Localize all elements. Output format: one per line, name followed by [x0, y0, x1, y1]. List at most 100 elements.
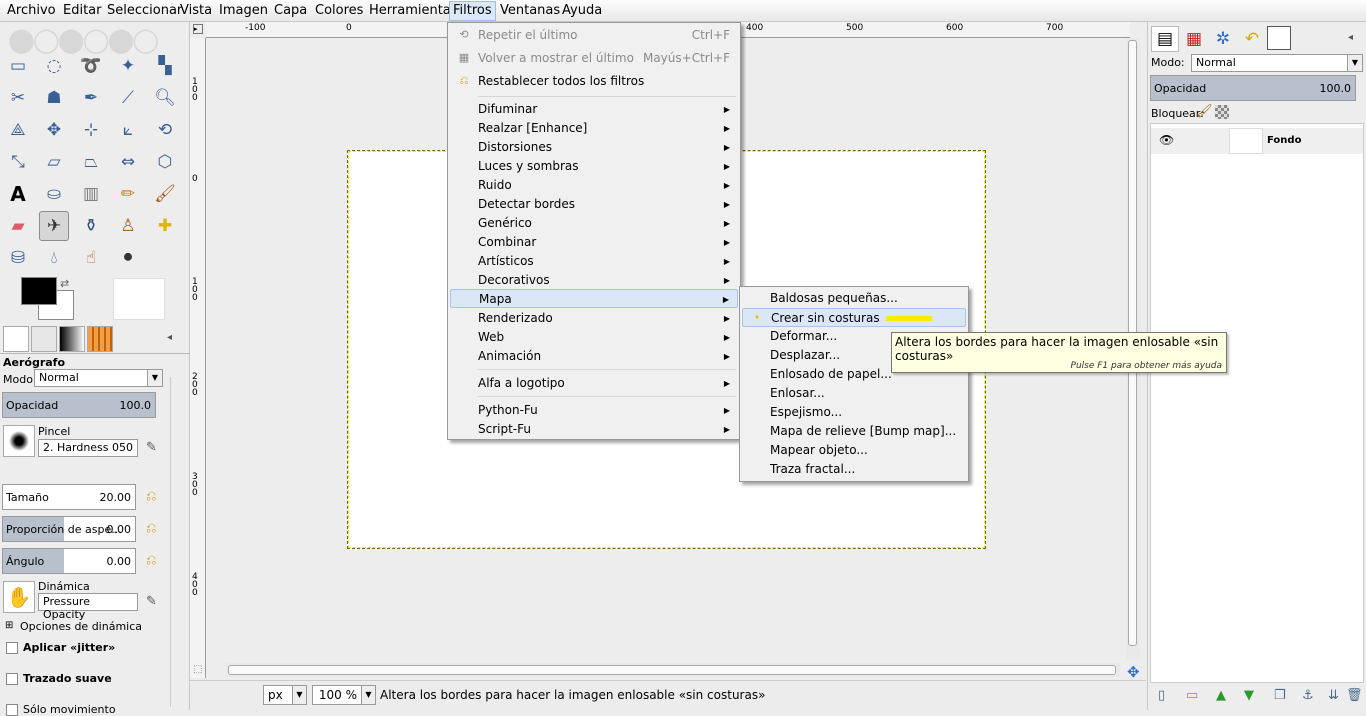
reset-all-filters-item[interactable]: ⎌ Restablecer todos los filtros — [450, 72, 738, 91]
menu-item-artisticos[interactable]: Artísticos ▶ — [450, 252, 738, 271]
menu-item-animacion[interactable]: Animación ▶ — [450, 347, 738, 366]
submenu-enlosar[interactable]: Enlosar... — [742, 384, 966, 403]
brush-field[interactable]: 2. Hardness 050 — [38, 439, 138, 457]
reset-size-icon[interactable]: ⎌ — [146, 489, 162, 505]
menu-item-distorsiones[interactable]: Distorsiones ▶ — [450, 138, 738, 157]
select-by-color-icon[interactable]: ▚ — [150, 51, 180, 81]
text-icon[interactable]: A — [3, 179, 33, 209]
layers-tab-icon[interactable]: ▤ — [1151, 26, 1179, 52]
layer-opacity-slider[interactable]: Opacidad 100.0 — [1150, 75, 1356, 101]
foreground-color-front[interactable] — [21, 277, 57, 305]
menu-ayuda[interactable]: Ayuda — [562, 3, 602, 18]
paths-icon[interactable]: ✒ — [76, 83, 106, 113]
heal-icon[interactable]: ✚ — [150, 211, 180, 241]
menu-item-realzar[interactable]: Realzar [Enhance] ▶ — [450, 119, 738, 138]
new-layer-icon[interactable]: ▯ — [1158, 688, 1165, 703]
menu-colores[interactable]: Colores — [315, 3, 363, 18]
measure-icon[interactable]: ⟁ — [3, 115, 33, 145]
vertical-ruler[interactable]: 1 0 0 0 1 0 0 2 0 0 3 0 0 4 0 0 — [190, 38, 206, 678]
menu-item-mapa[interactable]: Mapa ▶ — [450, 289, 738, 308]
dynamics-field[interactable]: Pressure Opacity — [38, 593, 138, 621]
reshow-last-item[interactable]: ▦ Volver a mostrar el último Mayús+Ctrl+F — [450, 49, 738, 68]
paths-tab-icon[interactable]: ✲ — [1209, 26, 1237, 52]
aspect-slider[interactable]: Proporción de aspe... 0.00 — [2, 516, 136, 542]
brush-preview[interactable] — [3, 425, 35, 457]
dock-menu-icon[interactable]: ◂ — [1348, 32, 1353, 43]
smudge-icon[interactable]: ☝ — [76, 243, 106, 273]
menu-imagen[interactable]: Imagen — [219, 3, 268, 18]
tool-options-tab[interactable] — [3, 326, 29, 352]
image-tab-icon[interactable] — [1267, 26, 1291, 50]
raise-layer-icon[interactable]: ▲ — [1216, 688, 1226, 703]
menu-item-detectar-bordes[interactable]: Detectar bordes ▶ — [450, 195, 738, 214]
layer-mode-combo[interactable]: Normal ▼ — [1191, 54, 1363, 72]
scale-icon[interactable]: ⤡ — [3, 147, 33, 177]
menu-herramientas[interactable]: Herramientas — [369, 3, 458, 18]
opacity-slider[interactable]: Opacidad 100.0 — [2, 392, 156, 418]
unit-selector[interactable]: px ▼ — [263, 685, 307, 705]
menu-filtros[interactable]: Filtros — [449, 1, 496, 21]
ink-icon[interactable]: ⚱ — [76, 211, 106, 241]
swap-colors-icon[interactable]: ⇄ — [60, 277, 69, 290]
quick-mask-icon[interactable]: ⬚ — [193, 664, 202, 675]
size-slider[interactable]: Tamaño 20.00 — [2, 484, 136, 510]
device-status-tab[interactable] — [31, 326, 57, 352]
menu-item-ruido[interactable]: Ruido ▶ — [450, 176, 738, 195]
duplicate-layer-icon[interactable]: ❐ — [1274, 688, 1286, 703]
reset-aspect-icon[interactable]: ⎌ — [146, 521, 162, 537]
align-icon[interactable]: ⊹ — [76, 115, 106, 145]
menu-item-renderizado[interactable]: Renderizado ▶ — [450, 309, 738, 328]
blur-icon[interactable]: 💧︎ — [39, 243, 69, 273]
menu-editar[interactable]: Editar — [63, 3, 102, 18]
flip-icon[interactable]: ⇔ — [113, 147, 143, 177]
layer-row[interactable]: 👁︎ Fondo — [1151, 128, 1363, 154]
eraser-icon[interactable]: ▰ — [3, 211, 33, 241]
cage-icon[interactable]: ⬡ — [150, 147, 180, 177]
menu-vista[interactable]: Vista — [180, 3, 212, 18]
scissors-icon[interactable]: ✂ — [3, 83, 33, 113]
delete-layer-icon[interactable]: 🗑︎ — [1346, 688, 1363, 703]
lower-layer-icon[interactable]: ▼ — [1244, 688, 1254, 703]
bucket-fill-icon[interactable]: ⛀ — [39, 179, 69, 209]
perspective-icon[interactable]: ⏢ — [76, 147, 106, 177]
edit-dynamics-icon[interactable]: ✎ — [146, 594, 162, 610]
menu-item-generico[interactable]: Genérico ▶ — [450, 214, 738, 233]
fuzzy-select-icon[interactable]: ✦ — [113, 51, 143, 81]
menu-item-luces-sombras[interactable]: Luces y sombras ▶ — [450, 157, 738, 176]
merge-down-icon[interactable]: ⇊ — [1328, 688, 1339, 703]
undo-history-tab-icon[interactable]: ↶ — [1238, 26, 1266, 52]
ellipse-select-icon[interactable]: ◌ — [39, 51, 69, 81]
perspective-clone-icon[interactable]: ⛁ — [3, 243, 33, 273]
rotate-icon[interactable]: ⟲ — [150, 115, 180, 145]
menu-item-python-fu[interactable]: Python-Fu ▶ — [450, 401, 738, 420]
visibility-eye-icon[interactable]: 👁︎ — [1159, 133, 1174, 147]
menu-ventanas[interactable]: Ventanas — [500, 3, 560, 18]
foreground-select-icon[interactable]: ☗ — [39, 83, 69, 113]
airbrush-icon[interactable]: ✈ — [39, 211, 69, 241]
submenu-baldosas[interactable]: Baldosas pequeñas... — [742, 289, 966, 308]
submenu-espejismo[interactable]: Espejismo... — [742, 403, 966, 422]
jitter-checkbox[interactable] — [6, 642, 18, 654]
menu-item-web[interactable]: Web ▶ — [450, 328, 738, 347]
rect-select-icon[interactable]: ▭ — [3, 51, 33, 81]
lasso-icon[interactable]: ➰ — [76, 51, 106, 81]
horizontal-scrollbar[interactable] — [226, 663, 1120, 677]
dodge-burn-icon[interactable]: ⚫ — [113, 243, 143, 273]
anchor-layer-icon[interactable]: ⚓︎ — [1302, 688, 1314, 703]
channels-tab-icon[interactable]: ▦ — [1180, 26, 1208, 52]
mode-combo[interactable]: Normal ▼ — [34, 369, 163, 387]
reset-angle-icon[interactable]: ⎌ — [146, 553, 162, 569]
new-layer-group-icon[interactable]: ▭ — [1186, 688, 1198, 703]
menu-item-alfa-logotipo[interactable]: Alfa a logotipo ▶ — [450, 374, 738, 393]
motion-only-checkbox[interactable] — [6, 704, 18, 716]
menu-seleccionar[interactable]: Seleccionar — [107, 3, 182, 18]
edit-brush-icon[interactable]: ✎ — [146, 440, 162, 456]
clone-icon[interactable]: ♙ — [113, 211, 143, 241]
tab-menu-icon[interactable]: ◂ — [167, 332, 172, 343]
patterns-tab[interactable] — [87, 326, 113, 352]
image-menu-icon[interactable]: ▸ — [193, 24, 203, 34]
expander-icon[interactable]: ⊞ — [5, 620, 13, 631]
menu-archivo[interactable]: Archivo — [7, 3, 56, 18]
submenu-traza-fractal[interactable]: Traza fractal... — [742, 460, 966, 479]
repeat-last-item[interactable]: ⟲ Repetir el último Ctrl+F — [450, 26, 738, 45]
